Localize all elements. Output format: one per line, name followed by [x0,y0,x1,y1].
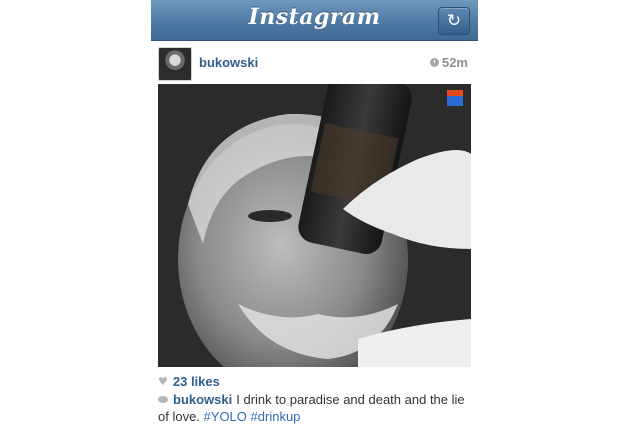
hashtag-drinkup[interactable]: #drinkup [251,409,301,424]
post-header: bukowski 52m [151,42,478,82]
hashtag-yolo[interactable]: #YOLO [204,409,247,424]
photo-illustration [158,84,471,367]
top-navigation-bar: Instagram ↻ [151,0,478,41]
post-time-text: 52m [441,55,468,70]
comment-bubble-icon [158,396,168,403]
clock-icon [429,58,439,67]
app-logo: Instagram [248,4,381,30]
caption: bukowski I drink to paradise and death an… [158,391,470,425]
avatar[interactable] [158,47,192,81]
likes-count: 23 likes [172,374,220,389]
flag-icon [447,90,463,106]
refresh-icon: ↻ [446,11,462,31]
instagram-app: Instagram ↻ bukowski 52m ♥ 23 likes buko… [151,0,478,428]
refresh-button[interactable]: ↻ [438,7,470,35]
heart-icon: ♥ [158,375,168,388]
caption-username[interactable]: bukowski [173,392,232,407]
post-username[interactable]: bukowski [199,55,258,70]
likes-row[interactable]: ♥ 23 likes [158,374,220,389]
post-timestamp: 52m [429,55,468,70]
post-photo[interactable] [158,84,471,367]
